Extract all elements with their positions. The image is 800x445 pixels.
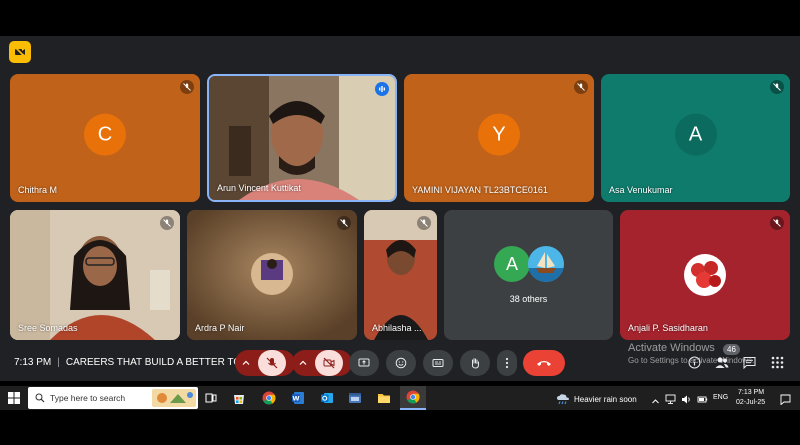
mic-off-icon xyxy=(417,216,431,230)
roses-icon xyxy=(691,261,721,288)
search-placeholder: Type here to search xyxy=(50,393,126,403)
outlook-icon[interactable] xyxy=(318,389,336,407)
participant-name: Sree Somadas xyxy=(18,323,78,333)
participant-count-badge: 46 xyxy=(723,344,740,355)
battery-icon[interactable] xyxy=(697,392,708,410)
hang-up-icon xyxy=(537,361,551,366)
more-vertical-icon xyxy=(505,357,509,369)
clock-time[interactable]: 7:13 PM xyxy=(738,389,764,396)
speaking-indicator-icon xyxy=(375,82,389,96)
avatar: A xyxy=(494,246,530,282)
store-icon[interactable] xyxy=(230,389,248,407)
microphone-toggle-button[interactable] xyxy=(258,350,286,376)
present-screen-button[interactable] xyxy=(349,350,379,376)
video-feed xyxy=(209,76,395,200)
weather-text: Heavier rain soon xyxy=(574,394,637,404)
participant-name: Abhilasha ... xyxy=(372,323,422,333)
search-highlight-illustration-icon xyxy=(152,389,196,407)
taskbar-search-input[interactable]: Type here to search xyxy=(28,387,198,409)
rain-cloud-icon xyxy=(557,394,569,405)
chrome-icon[interactable] xyxy=(260,389,278,407)
raise-hand-button[interactable] xyxy=(460,350,490,376)
captions-badge[interactable] xyxy=(9,41,31,63)
participant-name: Asa Venukumar xyxy=(609,185,673,195)
volume-icon[interactable] xyxy=(681,392,692,410)
participant-name: Chithra M xyxy=(18,185,58,195)
task-view-icon[interactable] xyxy=(202,389,220,407)
video-feed xyxy=(187,210,357,340)
meet-window: C Chithra M Arun Vincent Kuttikat Y YAMI… xyxy=(0,36,800,381)
participant-name: Arun Vincent Kuttikat xyxy=(217,183,301,193)
mic-off-icon xyxy=(574,80,588,94)
meeting-title: CAREERS THAT BUILD A BETTER TO... xyxy=(65,357,250,368)
leave-call-button[interactable] xyxy=(523,350,565,376)
participant-tile-anjali[interactable]: Anjali P. Sasidharan xyxy=(620,210,790,340)
participant-tile-chithra[interactable]: C Chithra M xyxy=(10,74,200,202)
watermark-subtitle: Go to Settings to activate Windows. xyxy=(628,356,755,365)
mic-off-icon xyxy=(770,216,784,230)
avatar: C xyxy=(84,113,126,156)
participant-tile-sree[interactable]: Sree Somadas xyxy=(10,210,180,340)
participant-tile-yamini[interactable]: Y YAMINI VIJAYAN TL23BTCE0161 xyxy=(404,74,594,202)
participant-tile-abhilasha[interactable]: Abhilasha ... xyxy=(364,210,437,340)
participant-tile-asa[interactable]: A Asa Venukumar xyxy=(601,74,790,202)
video-feed xyxy=(10,210,180,340)
chevron-up-icon xyxy=(299,360,307,365)
word-icon[interactable]: W xyxy=(289,389,307,407)
meeting-info: 7:13 PM | CAREERS THAT BUILD A BETTER TO..… xyxy=(14,357,250,368)
search-icon xyxy=(35,393,45,403)
participant-name: YAMINI VIJAYAN TL23BTCE0161 xyxy=(412,185,548,195)
input-language[interactable]: ENG xyxy=(713,394,728,401)
mic-off-icon xyxy=(770,80,784,94)
avatar: Y xyxy=(478,113,520,156)
network-icon[interactable] xyxy=(665,392,676,410)
windows-logo-icon xyxy=(8,392,20,404)
windows-taskbar: Type here to search W Heavier rain soon … xyxy=(0,386,800,410)
meeting-time: 7:13 PM xyxy=(14,357,52,368)
clock-date[interactable]: 02-Jul-25 xyxy=(736,399,765,406)
start-button[interactable] xyxy=(5,389,23,407)
captions-icon xyxy=(432,359,444,367)
others-count: 38 others xyxy=(509,294,548,304)
reactions-button[interactable] xyxy=(386,350,416,376)
avatar: A xyxy=(674,113,717,156)
others-tile[interactable]: A 38 others xyxy=(444,210,613,340)
ship-icon xyxy=(528,252,564,282)
avatar xyxy=(684,254,726,296)
browser-window-icon[interactable] xyxy=(346,389,364,407)
weather-widget[interactable]: Heavier rain soon xyxy=(556,393,637,405)
mic-off-icon xyxy=(337,216,351,230)
present-icon xyxy=(358,358,370,367)
activities-icon[interactable] xyxy=(771,356,784,374)
emoji-icon xyxy=(395,357,407,369)
chevron-up-icon xyxy=(242,360,250,365)
hand-icon xyxy=(471,358,479,369)
participant-name: Anjali P. Sasidharan xyxy=(628,323,708,333)
camera-toggle-button[interactable] xyxy=(315,350,343,376)
file-explorer-icon[interactable] xyxy=(375,389,393,407)
captions-button[interactable] xyxy=(423,350,453,376)
participant-tile-arun[interactable]: Arun Vincent Kuttikat xyxy=(207,74,397,202)
no-video-badge-icon xyxy=(14,46,26,58)
participant-tile-ardra[interactable]: Ardra P Nair xyxy=(187,210,357,340)
participant-name: Ardra P Nair xyxy=(195,323,245,333)
svg-text:W: W xyxy=(292,395,299,403)
mic-off-icon xyxy=(180,80,194,94)
mic-off-icon xyxy=(160,216,174,230)
notifications-icon[interactable] xyxy=(780,392,791,410)
avatar xyxy=(528,246,564,282)
more-options-button[interactable] xyxy=(497,350,517,376)
camera-off-icon xyxy=(323,357,335,369)
chrome-active-icon[interactable] xyxy=(400,386,426,410)
show-hidden-icons[interactable] xyxy=(651,393,660,411)
mic-off-icon xyxy=(266,357,278,369)
